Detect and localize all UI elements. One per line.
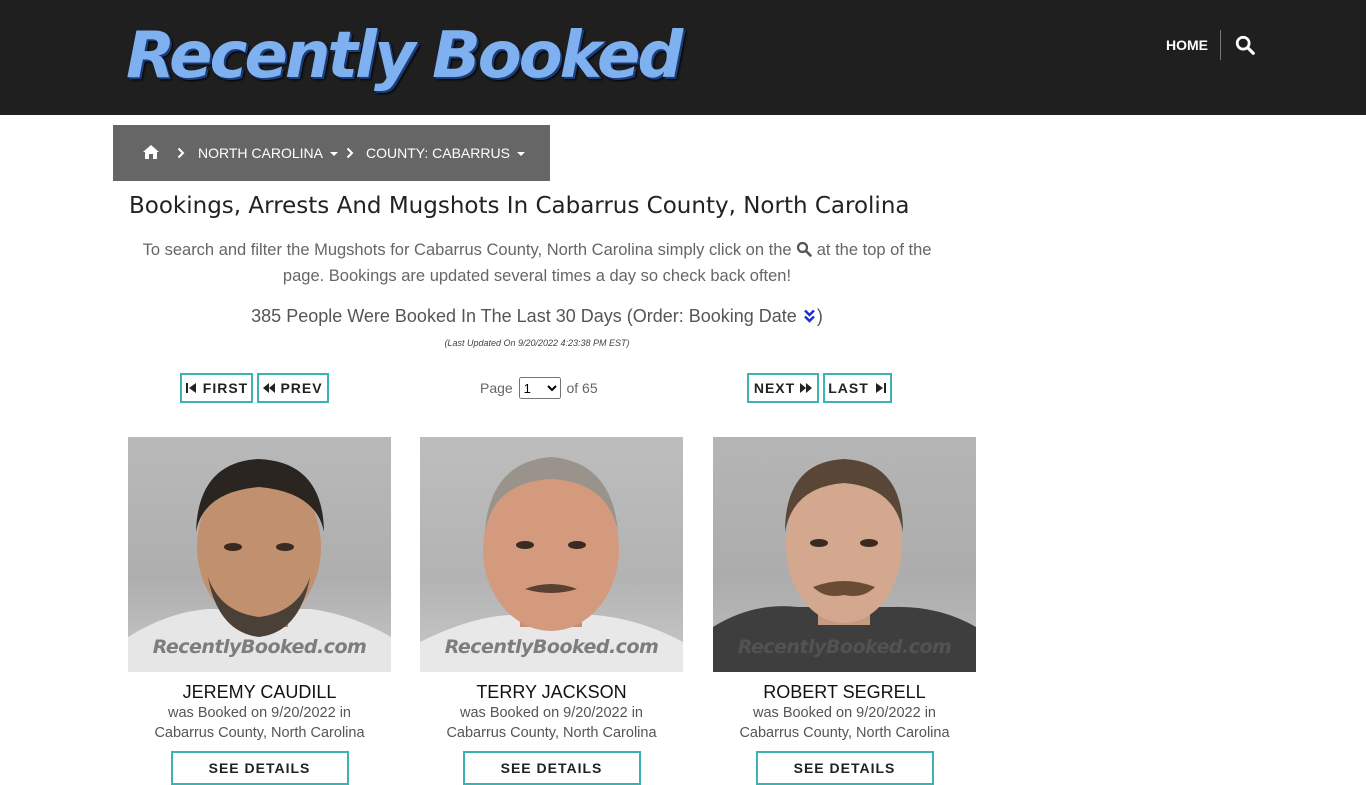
caret-down-icon <box>329 152 338 157</box>
booking-location-text: Cabarrus County, North Carolina <box>446 725 657 741</box>
prev-page-label: PREV <box>280 380 323 396</box>
booking-card: RecentlyBooked.com ROBERT SEGRELL was Bo… <box>713 437 976 785</box>
first-page-button[interactable]: FIRST <box>180 373 253 403</box>
booking-location-text: Cabarrus County, North Carolina <box>154 725 365 741</box>
booking-location-text: Cabarrus County, North Carolina <box>739 725 950 741</box>
inmate-name[interactable]: ROBERT SEGRELL <box>713 681 976 703</box>
booking-count-close: ) <box>816 306 823 326</box>
breadcrumb-county-dropdown[interactable]: COUNTY: CABARRUS <box>366 144 525 162</box>
step-backward-icon <box>185 383 196 393</box>
page-select[interactable]: 1 <box>518 377 561 399</box>
step-forward-icon <box>875 383 886 393</box>
watermark: RecentlyBooked.com <box>152 636 367 658</box>
booking-date-text: was Booked on 9/20/2022 in <box>753 705 936 721</box>
next-page-label: NEXT <box>753 380 796 396</box>
page-title: Bookings, Arrests And Mugshots In Cabarr… <box>129 193 910 219</box>
last-page-button[interactable]: LAST <box>823 373 892 403</box>
booking-card: RecentlyBooked.com TERRY JACKSON was Boo… <box>420 437 683 785</box>
breadcrumb: NORTH CAROLINA COUNTY: CABARRUS <box>113 125 550 181</box>
watermark: RecentlyBooked.com <box>444 636 659 658</box>
breadcrumb-state-label: NORTH CAROLINA <box>198 145 323 161</box>
breadcrumb-county-label: COUNTY: CABARRUS <box>366 145 510 161</box>
mugshot-photo[interactable]: RecentlyBooked.com <box>128 437 391 672</box>
chevron-right-icon <box>177 147 185 159</box>
chevron-right-icon <box>346 147 354 159</box>
booking-card: RecentlyBooked.com JEREMY CAUDILL was Bo… <box>128 437 391 785</box>
site-logo[interactable]: Recently Booked <box>126 18 683 94</box>
see-details-button[interactable]: SEE DETAILS <box>462 751 641 785</box>
see-details-button[interactable]: SEE DETAILS <box>170 751 349 785</box>
inmate-name[interactable]: JEREMY CAUDILL <box>128 681 391 703</box>
booking-date-text: was Booked on 9/20/2022 in <box>168 705 351 721</box>
mugshot-photo[interactable]: RecentlyBooked.com <box>420 437 683 672</box>
booking-count-text: 385 People Were Booked In The Last 30 Da… <box>251 306 797 326</box>
search-icon[interactable] <box>1234 34 1256 56</box>
watermark: RecentlyBooked.com <box>737 636 952 658</box>
inmate-name[interactable]: TERRY JACKSON <box>420 681 683 703</box>
see-details-button[interactable]: SEE DETAILS <box>755 751 934 785</box>
first-page-label: FIRST <box>202 380 249 396</box>
booking-count: 385 People Were Booked In The Last 30 Da… <box>128 304 946 328</box>
fast-forward-icon <box>800 383 813 393</box>
home-icon[interactable] <box>142 144 160 160</box>
site-header: Recently Booked HOME <box>0 0 1366 115</box>
nav-home-link[interactable]: HOME <box>1166 36 1208 54</box>
last-page-label: LAST <box>828 380 869 396</box>
prev-page-button[interactable]: PREV <box>257 373 329 403</box>
page-description: To search and filter the Mugshots for Ca… <box>128 237 946 289</box>
page-selector: Page 1 of 65 <box>480 377 598 399</box>
mugshot-photo[interactable]: RecentlyBooked.com <box>713 437 976 672</box>
fast-backward-icon <box>263 383 276 393</box>
next-page-button[interactable]: NEXT <box>747 373 819 403</box>
description-text-start: To search and filter the Mugshots for Ca… <box>142 241 792 259</box>
breadcrumb-state-dropdown[interactable]: NORTH CAROLINA <box>198 144 338 162</box>
page-total: of 65 <box>566 380 598 396</box>
nav-divider <box>1220 30 1221 60</box>
search-icon <box>797 241 812 257</box>
last-updated: (Last Updated On 9/20/2022 4:23:38 PM ES… <box>444 338 630 348</box>
booking-date-text: was Booked on 9/20/2022 in <box>460 705 643 721</box>
sort-descending-icon[interactable] <box>803 309 816 323</box>
caret-down-icon <box>516 152 525 157</box>
page-label: Page <box>480 380 513 396</box>
